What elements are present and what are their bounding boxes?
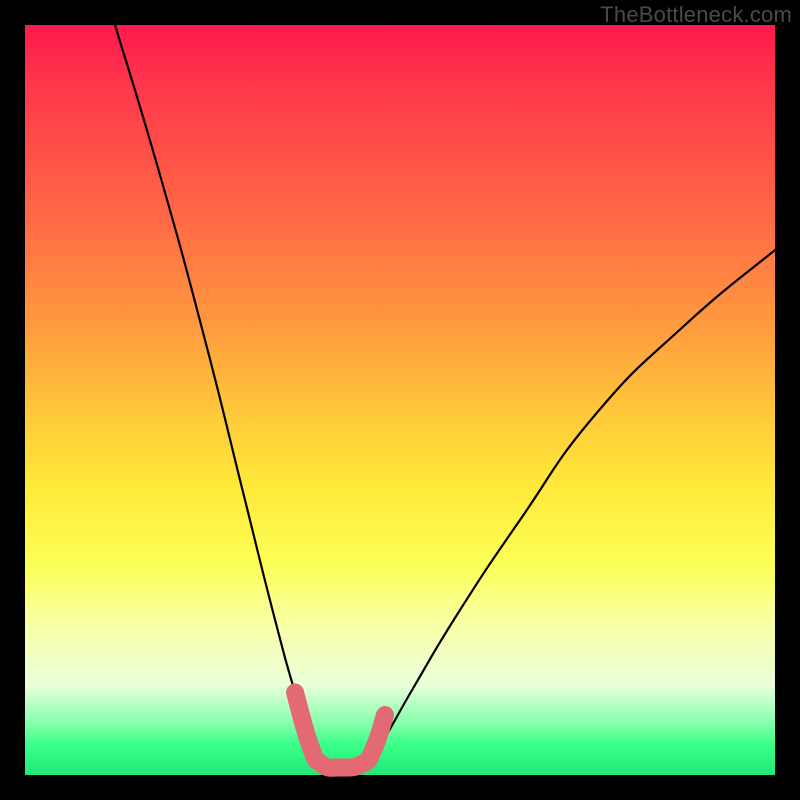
- chart-frame: TheBottleneck.com: [0, 0, 800, 800]
- chart-svg: [25, 25, 775, 775]
- watermark-text: TheBottleneck.com: [600, 2, 792, 28]
- series-right-curve: [370, 250, 775, 760]
- series-left-curve: [115, 25, 321, 760]
- series-valley-highlight: [295, 693, 385, 768]
